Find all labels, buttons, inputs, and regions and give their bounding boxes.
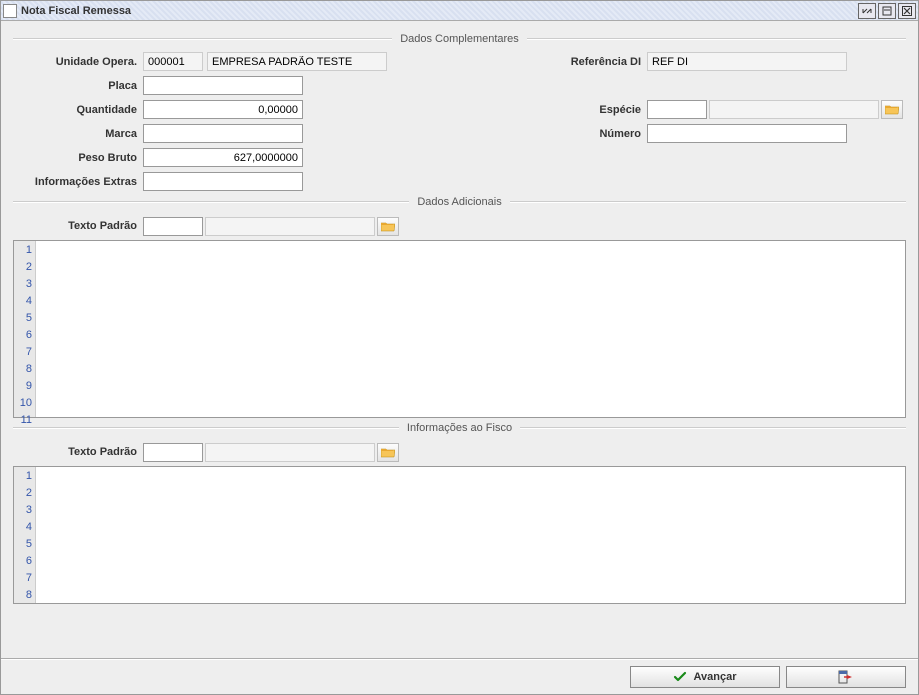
fieldset-header-adicionais: Dados Adicionais [13,196,906,208]
row-info-extras: Informações Extras [13,171,387,192]
line-num: 5 [14,310,32,327]
row-spacer [547,75,903,96]
maximize-button[interactable] [878,3,896,19]
row-unidade-opera: Unidade Opera. [13,51,387,72]
exit-button[interactable] [786,666,906,688]
line-num: 2 [14,485,32,502]
form-col-left: Unidade Opera. Placa Quantidade Marca [13,51,387,192]
line-num: 7 [14,344,32,361]
window-title: Nota Fiscal Remessa [21,5,858,17]
avancar-label: Avançar [693,671,736,683]
check-icon [673,671,687,683]
fisco-gutter: 1 2 3 4 5 6 7 8 [14,467,36,603]
adicionais-texto-padrao-lookup-button[interactable] [377,217,399,236]
especie-lookup-button[interactable] [881,100,903,119]
info-extras-field[interactable] [143,172,303,191]
fisco-textarea[interactable]: 1 2 3 4 5 6 7 8 [13,466,906,604]
label-peso-bruto: Peso Bruto [13,152,143,164]
adicionais-text-body[interactable] [36,241,905,417]
fieldset-header-complementares: Dados Complementares [13,33,906,45]
line-num: 7 [14,570,32,587]
adicionais-gutter: 1 2 3 4 5 6 7 8 9 10 11 [14,241,36,417]
fieldset-adicionais: Dados Adicionais Texto Padrão 1 2 3 4 5 … [13,196,906,418]
fieldset-complementares: Dados Complementares Unidade Opera. Plac… [13,33,906,192]
content-area: Dados Complementares Unidade Opera. Plac… [1,21,918,658]
line-num: 6 [14,327,32,344]
especie-code-field[interactable] [647,100,707,119]
line-num: 6 [14,553,32,570]
label-texto-padrao-fisco: Texto Padrão [13,446,143,458]
line-num: 5 [14,536,32,553]
adicionais-textarea[interactable]: 1 2 3 4 5 6 7 8 9 10 11 [13,240,906,418]
label-marca: Marca [13,128,143,140]
titlebar-buttons [858,3,916,19]
form-grid-complementares: Unidade Opera. Placa Quantidade Marca [13,51,906,192]
placa-field[interactable] [143,76,303,95]
unidade-opera-desc-field[interactable] [207,52,387,71]
numero-field[interactable] [647,124,847,143]
marca-field[interactable] [143,124,303,143]
row-referencia-di: Referência DI [547,51,903,72]
line-num: 10 [14,395,32,412]
label-numero: Número [547,128,647,140]
titlebar: Nota Fiscal Remessa [1,1,918,21]
fisco-texto-padrao-desc-field[interactable] [205,443,375,462]
line-num: 1 [14,468,32,485]
row-quantidade: Quantidade [13,99,387,120]
fieldset-title-fisco: Informações ao Fisco [399,422,520,434]
minimize-button[interactable] [858,3,876,19]
row-marca: Marca [13,123,387,144]
form-col-right: Referência DI Espécie Número [547,51,903,192]
label-texto-padrao-adicionais: Texto Padrão [13,220,143,232]
adicionais-texto-padrao-desc-field[interactable] [205,217,375,236]
row-placa: Placa [13,75,387,96]
exit-icon [838,670,854,684]
row-numero: Número [547,123,903,144]
line-num: 9 [14,378,32,395]
window-icon [3,4,17,18]
unidade-opera-code-field[interactable] [143,52,203,71]
fieldset-fisco: Informações ao Fisco Texto Padrão 1 2 3 … [13,422,906,604]
label-unidade-opera: Unidade Opera. [13,56,143,68]
label-info-extras: Informações Extras [13,176,143,188]
peso-bruto-field[interactable] [143,148,303,167]
line-num: 8 [14,361,32,378]
row-peso-bruto: Peso Bruto [13,147,387,168]
fisco-text-body[interactable] [36,467,905,603]
folder-icon [381,447,395,458]
fisco-texto-padrao-lookup-button[interactable] [377,443,399,462]
line-num: 3 [14,276,32,293]
line-num: 1 [14,242,32,259]
line-num: 4 [14,519,32,536]
line-num: 4 [14,293,32,310]
row-texto-padrao-adicionais: Texto Padrão [13,214,906,238]
folder-icon [381,221,395,232]
line-num: 8 [14,587,32,604]
label-placa: Placa [13,80,143,92]
line-num: 3 [14,502,32,519]
close-button[interactable] [898,3,916,19]
label-especie: Espécie [547,104,647,116]
row-texto-padrao-fisco: Texto Padrão [13,440,906,464]
fieldset-header-fisco: Informações ao Fisco [13,422,906,434]
row-especie: Espécie [547,99,903,120]
avancar-button[interactable]: Avançar [630,666,780,688]
referencia-di-field[interactable] [647,52,847,71]
fieldset-title-adicionais: Dados Adicionais [409,196,509,208]
label-quantidade: Quantidade [13,104,143,116]
window-frame: Nota Fiscal Remessa Dados Complementares [0,0,919,695]
quantidade-field[interactable] [143,100,303,119]
fisco-texto-padrao-code-field[interactable] [143,443,203,462]
line-num: 2 [14,259,32,276]
folder-icon [885,104,899,115]
fieldset-title-complementares: Dados Complementares [392,33,527,45]
label-referencia-di: Referência DI [547,56,647,68]
especie-desc-field[interactable] [709,100,879,119]
adicionais-texto-padrao-code-field[interactable] [143,217,203,236]
footer-bar: Avançar [1,658,918,694]
